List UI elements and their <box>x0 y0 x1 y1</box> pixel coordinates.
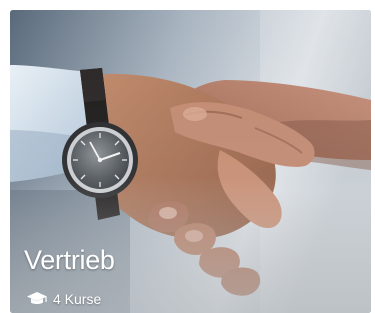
category-card-vertrieb[interactable]: Vertrieb 4 Kurse <box>10 10 371 313</box>
card-title: Vertrieb <box>24 245 115 275</box>
graduation-cap-icon <box>26 291 48 307</box>
course-count-label: 4 Kurse <box>53 291 102 307</box>
course-count: 4 Kurse <box>26 288 101 310</box>
